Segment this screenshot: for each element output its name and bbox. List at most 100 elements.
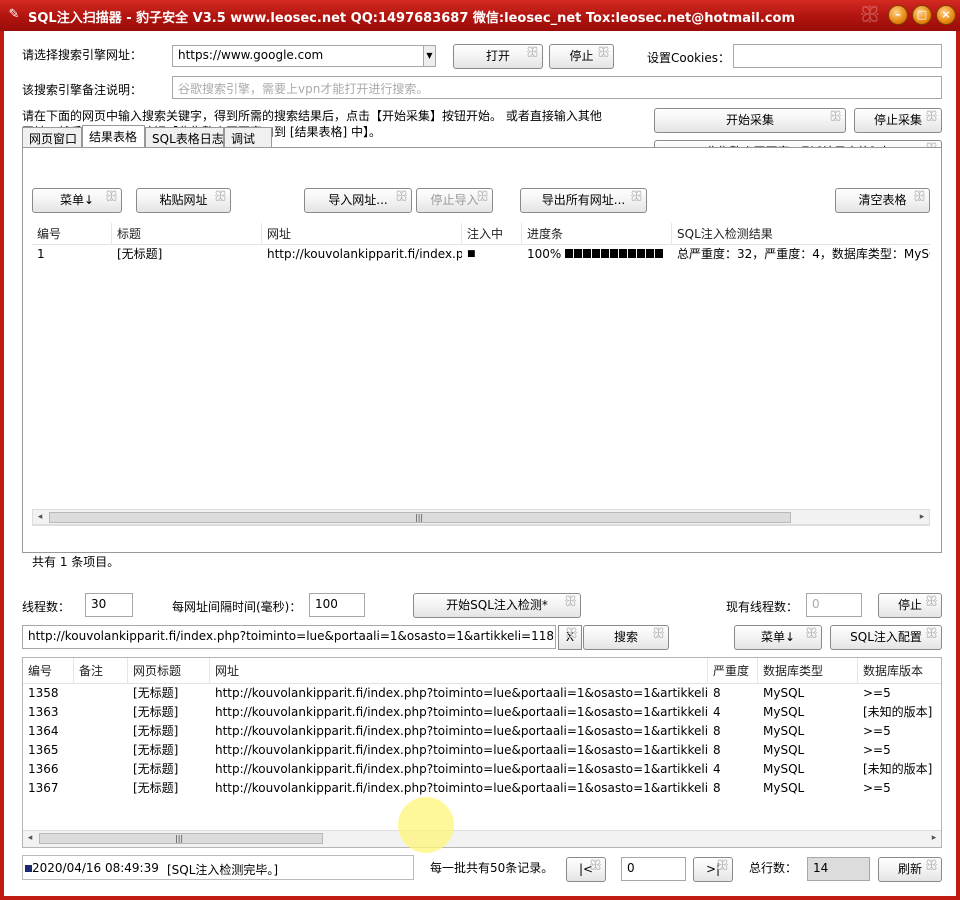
maximize-button[interactable]: □ [912,5,932,25]
title-decoration-icon: ꕥ [859,3,880,28]
import-url-button[interactable]: 导入网址... [304,188,412,213]
current-threads-label: 现有线程数： [726,600,799,614]
stop-collect-button[interactable]: 停止采集 [854,108,942,133]
clear-table-button[interactable]: 清空表格 [835,188,930,213]
refresh-button[interactable]: 刷新 [878,857,942,882]
table-row[interactable]: 1366 [无标题] http://kouvolankipparit.fi/inde… [23,760,941,779]
batch-info: 每一批共有50条记录。 [430,861,554,875]
sql-cell-url: http://kouvolankipparit.fi/index.php?toi… [215,724,708,738]
col-injecting[interactable]: 注入中 [462,223,522,245]
row-result: 总严重度：32，严重度：4，数据库类型：MySQ [677,247,930,261]
tab-sql-log[interactable]: SQL表格日志 [145,127,224,147]
total-label: 总行数： [749,861,798,875]
grip-icon: ||| [415,513,424,522]
col-url[interactable]: 网址 [262,223,462,245]
scroll-right-icon[interactable]: ▸ [927,831,941,846]
sql-cell-db: MySQL [763,705,805,719]
next-page-button[interactable]: >| [693,857,733,882]
sql-col-title[interactable]: 网页标题 [128,658,210,684]
start-collect-button[interactable]: 开始采集 [654,108,846,133]
threads-input[interactable]: 30 [85,593,133,617]
tab-results-table[interactable]: 结果表格 [82,125,145,147]
sql-col-db[interactable]: 数据库类型 [758,658,858,684]
row-progress: 100% [522,245,672,264]
progress-block [583,249,592,258]
table-row[interactable]: 1367 [无标题] http://kouvolankipparit.fi/inde… [23,779,941,798]
page-input[interactable]: 0 [621,857,686,881]
progress-text: 100% [527,247,562,261]
sql-col-note[interactable]: 备注 [74,658,128,684]
sql-cell-version: >=5 [863,781,891,795]
sql-menu-button[interactable]: 菜单↓ [734,625,822,650]
close-button[interactable]: × [936,5,956,25]
sql-col-id[interactable]: 编号 [23,658,74,684]
sql-cell-note [74,684,128,703]
scroll-left-icon[interactable]: ◂ [23,831,37,846]
url-input[interactable]: http://kouvolankipparit.fi/index.php?toi… [22,625,556,649]
table-row[interactable]: 1 [无标题] http://kouvolankipparit.fi/index… [32,245,930,264]
sql-cell-url: http://kouvolankipparit.fi/index.php?toi… [215,705,708,719]
sql-cell-severity: 8 [713,743,721,757]
sql-cell-db: MySQL [763,743,805,757]
sql-hscrollbar[interactable]: ◂ ||| ▸ [23,830,941,847]
scroll-left-icon[interactable]: ◂ [33,510,47,525]
progress-block [619,249,628,258]
sql-config-button[interactable]: SQL注入配置 [830,625,942,650]
engine-select[interactable]: https://www.google.com ▼ [172,45,436,67]
progress-block [592,249,601,258]
cookies-input[interactable] [733,44,942,68]
stop-import-button[interactable]: 停止导入 [416,188,493,213]
col-progress[interactable]: 进度条 [522,223,672,245]
row-id: 1 [37,247,45,261]
sql-grid[interactable]: 编号 备注 网页标题 网址 严重度 数据库类型 数据库版本 1358 [无标题] h… [22,657,942,848]
sql-grid-header: 编号 备注 网页标题 网址 严重度 数据库类型 数据库版本 [23,658,941,684]
tab-web-window[interactable]: 网页窗口 [22,127,82,147]
sql-cell-version: [未知的版本] [863,762,933,776]
progress-block [601,249,610,258]
sql-cell-db: MySQL [763,724,805,738]
col-title[interactable]: 标题 [112,223,262,245]
sql-cell-title: [无标题] [133,743,179,757]
table-row[interactable]: 1358 [无标题] http://kouvolankipparit.fi/inde… [23,684,941,703]
sql-col-version[interactable]: 数据库版本 [858,658,941,684]
export-all-button[interactable]: 导出所有网址... [520,188,647,213]
progress-block [637,249,646,258]
sql-col-url[interactable]: 网址 [210,658,708,684]
row-title: [无标题] [117,247,163,261]
sql-cell-title: [无标题] [133,724,179,738]
paste-url-button[interactable]: 粘贴网址 [136,188,231,213]
first-page-button[interactable]: |< [566,857,606,882]
results-grid[interactable]: 编号 标题 网址 注入中 进度条 SQL注入检测结果 1 [无标题] http:… [32,223,930,541]
sql-cell-url: http://kouvolankipparit.fi/index.php?toi… [215,686,708,700]
scroll-right-icon[interactable]: ▸ [915,510,929,525]
status-message: [SQL注入检测完毕。] [167,863,279,877]
table-row[interactable]: 1363 [无标题] http://kouvolankipparit.fi/inde… [23,703,941,722]
progress-block [646,249,655,258]
grip-icon: ||| [175,834,184,843]
stop-button[interactable]: 停止 [549,44,614,69]
interval-input[interactable]: 100 [309,593,365,617]
results-menu-button[interactable]: 菜单↓ [32,188,122,213]
table-row[interactable]: 1365 [无标题] http://kouvolankipparit.fi/inde… [23,741,941,760]
sql-cell-id: 1364 [28,724,59,738]
interval-label: 每网址间隔时间(毫秒)： [172,600,302,614]
results-hscrollbar[interactable]: ◂ ||| ▸ [32,509,930,525]
stop-scan-button[interactable]: 停止 [878,593,942,618]
cookies-label: 设置Cookies： [647,51,730,65]
sql-cell-title: [无标题] [133,686,179,700]
open-button[interactable]: 打开 [453,44,543,69]
search-button[interactable]: 搜索 [583,625,669,650]
clear-url-button[interactable]: X [558,625,582,650]
sql-col-severity[interactable]: 严重度 [708,658,758,684]
sql-cell-version: >=5 [863,743,891,757]
status-indicator-icon [25,865,32,872]
table-row[interactable]: 1364 [无标题] http://kouvolankipparit.fi/inde… [23,722,941,741]
chevron-down-icon[interactable]: ▼ [423,46,435,66]
sql-cell-note [74,760,128,779]
col-id[interactable]: 编号 [32,223,112,245]
minimize-button[interactable]: – [888,5,908,25]
sql-cell-title: [无标题] [133,762,179,776]
tab-debug[interactable]: 调试 [224,127,272,147]
start-sql-button[interactable]: 开始SQL注入检测* [413,593,581,618]
col-result[interactable]: SQL注入检测结果 [672,223,930,245]
